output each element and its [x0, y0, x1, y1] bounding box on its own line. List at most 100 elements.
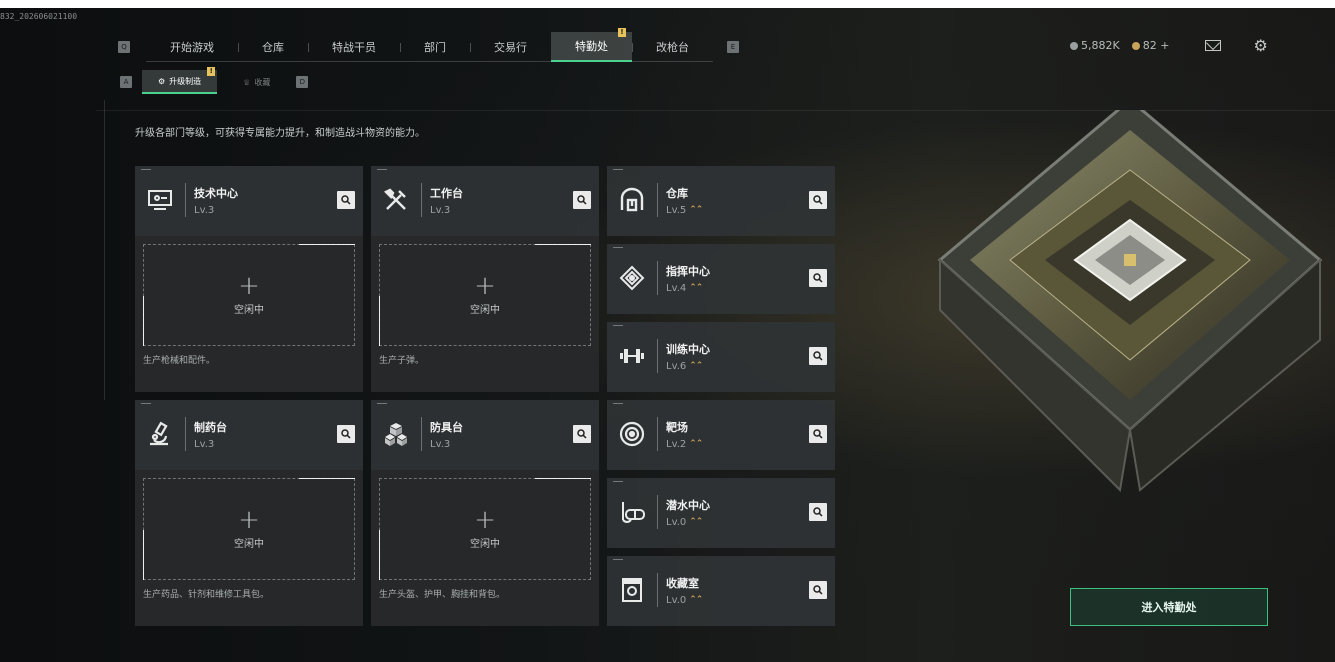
mail-icon[interactable] [1205, 40, 1222, 51]
key-hint-e: E [727, 41, 739, 53]
card-level: Lv.0 [666, 594, 687, 606]
plus-icon: + [238, 504, 260, 535]
microscope-icon [145, 419, 175, 449]
search-icon[interactable] [809, 191, 827, 209]
search-icon[interactable] [809, 269, 827, 287]
divider [421, 417, 422, 451]
dept-card-workbench[interactable]: 工作台 Lv.3 + 空闲中 生产子弹。 [371, 166, 599, 392]
wrench-icon: ⚙ [158, 76, 166, 86]
subtab-upgrade-craft-label: 升级制造 [169, 76, 202, 86]
card-title: 靶场 [666, 420, 688, 434]
dept-card-warehouse[interactable]: 仓库 Lv.5 ⌃⌃ [607, 166, 835, 236]
tools-icon [381, 185, 411, 215]
settings-gear-icon[interactable]: ⚙ [1253, 36, 1267, 55]
target-icon [617, 419, 647, 449]
upgrade-available-icon: ⌃⌃ [689, 205, 703, 215]
upgrade-available-icon: ⌃⌃ [689, 361, 703, 371]
dept-card-armor-bench[interactable]: 防具台 Lv.3 + 空闲中 生产头盔、护甲、胸挂和背包。 [371, 400, 599, 626]
dept-card-tech-center[interactable]: 技术中心 Lv.3 + 空闲中 生产枪械和配件。 [135, 166, 363, 392]
dept-card-pharmacy[interactable]: 制药台 Lv.3 + 空闲中 生产药品、针剂和维修工具包。 [135, 400, 363, 626]
coin-icon [1070, 41, 1078, 50]
card-level-row: Lv.2 ⌃⌃ [666, 439, 703, 450]
search-icon[interactable] [337, 191, 355, 209]
search-icon[interactable] [337, 425, 355, 443]
production-slot[interactable]: + 空闲中 [379, 244, 591, 346]
slot-status: 空闲中 [470, 538, 500, 550]
slot-status: 空闲中 [470, 304, 500, 316]
card-level: Lv.3 [194, 204, 215, 216]
plus-icon: + [238, 270, 260, 301]
card-title: 训练中心 [666, 342, 710, 356]
tab-warehouse[interactable]: 仓库 [238, 32, 308, 62]
card-header: 技术中心 Lv.3 [135, 166, 363, 234]
premium-currency-icon [1131, 41, 1140, 50]
card-header: 靶场 Lv.2 ⌃⌃ [607, 400, 835, 468]
card-title: 制药台 [194, 420, 227, 434]
divider [657, 339, 658, 373]
card-level: Lv.0 [666, 516, 687, 528]
search-icon[interactable] [573, 425, 591, 443]
subtab-collection[interactable]: ♕ 收藏 [227, 70, 286, 94]
sub-navigation: A ⚙ 升级制造 ! ♕ 收藏 D [120, 67, 309, 94]
enter-special-ops-button[interactable]: 进入特勤处 [1070, 588, 1268, 626]
tab-departments[interactable]: 部门 [400, 32, 470, 62]
card-header: 仓库 Lv.5 ⌃⌃ [607, 166, 835, 234]
upgrade-available-icon: ⌃⌃ [689, 283, 703, 293]
card-title: 指挥中心 [666, 264, 710, 278]
divider [185, 183, 186, 217]
dumbbell-icon [617, 341, 647, 371]
divider [657, 183, 658, 217]
subtab-collection-label: 收藏 [254, 77, 271, 87]
card-level-row: Lv.0 ⌃⌃ [666, 594, 703, 606]
dept-card-command-center[interactable]: 指挥中心 Lv.4 ⌃⌃ [607, 244, 835, 314]
nav-tabs: 开始游戏 仓库 特战干员 部门 交易行 特勤处 ! 改枪台 [146, 28, 713, 62]
production-slot[interactable]: + 空闲中 [379, 478, 591, 580]
key-hint-q: Q [118, 41, 130, 53]
coin-balance[interactable]: 5,882K [1070, 39, 1120, 52]
search-icon[interactable] [573, 191, 591, 209]
divider [657, 573, 658, 607]
card-title: 收藏室 [666, 576, 699, 590]
dept-card-shooting-range[interactable]: 靶场 Lv.2 ⌃⌃ [607, 400, 835, 470]
dept-card-training-center[interactable]: 训练中心 Lv.6 ⌃⌃ [607, 322, 835, 392]
search-icon[interactable] [809, 503, 827, 521]
divider [185, 417, 186, 451]
chip-icon [617, 263, 647, 293]
tab-operators[interactable]: 特战干员 [308, 32, 400, 62]
search-icon[interactable] [809, 347, 827, 365]
tab-market[interactable]: 交易行 [470, 32, 551, 62]
display-case-icon [617, 575, 647, 605]
card-level: Lv.3 [430, 438, 451, 450]
card-title: 技术中心 [194, 186, 238, 200]
key-hint-a: A [120, 76, 132, 88]
search-icon[interactable] [809, 581, 827, 599]
diving-mask-icon [617, 497, 647, 527]
production-slot[interactable]: + 空闲中 [143, 244, 355, 346]
card-header: 潜水中心 Lv.0 ⌃⌃ [607, 478, 835, 546]
card-title: 防具台 [430, 420, 463, 434]
card-description: 生产药品、针剂和维修工具包。 [143, 590, 270, 600]
tab-special-ops[interactable]: 特勤处 ! [551, 28, 632, 62]
card-level: Lv.4 [666, 282, 687, 294]
cubes-icon [381, 419, 411, 449]
production-slot[interactable]: + 空闲中 [143, 478, 355, 580]
slot-status: 空闲中 [234, 304, 264, 316]
dept-card-collection-room[interactable]: 收藏室 Lv.0 ⌃⌃ [607, 556, 835, 626]
card-header: 工作台 Lv.3 [371, 166, 599, 234]
key-hint-d: D [296, 76, 309, 88]
dept-card-diving-center[interactable]: 潜水中心 Lv.0 ⌃⌃ [607, 478, 835, 548]
production-panel: + 空闲中 生产药品、针剂和维修工具包。 [135, 470, 363, 626]
premium-balance[interactable]: 82 + [1131, 39, 1170, 52]
tab-start-game[interactable]: 开始游戏 [146, 32, 238, 62]
tab-gunsmith[interactable]: 改枪台 [632, 32, 713, 62]
production-panel: + 空闲中 生产子弹。 [371, 236, 599, 392]
headquarters-cube-art [930, 98, 1330, 510]
notification-badge: ! [618, 28, 626, 37]
card-header: 制药台 Lv.3 [135, 400, 363, 468]
premium-amount: 82 + [1142, 39, 1170, 52]
production-panel: + 空闲中 生产头盔、护甲、胸挂和背包。 [371, 470, 599, 626]
tab-special-ops-label: 特勤处 [575, 40, 608, 53]
search-icon[interactable] [809, 425, 827, 443]
divider [657, 495, 658, 529]
subtab-upgrade-craft[interactable]: ⚙ 升级制造 ! [142, 67, 218, 94]
